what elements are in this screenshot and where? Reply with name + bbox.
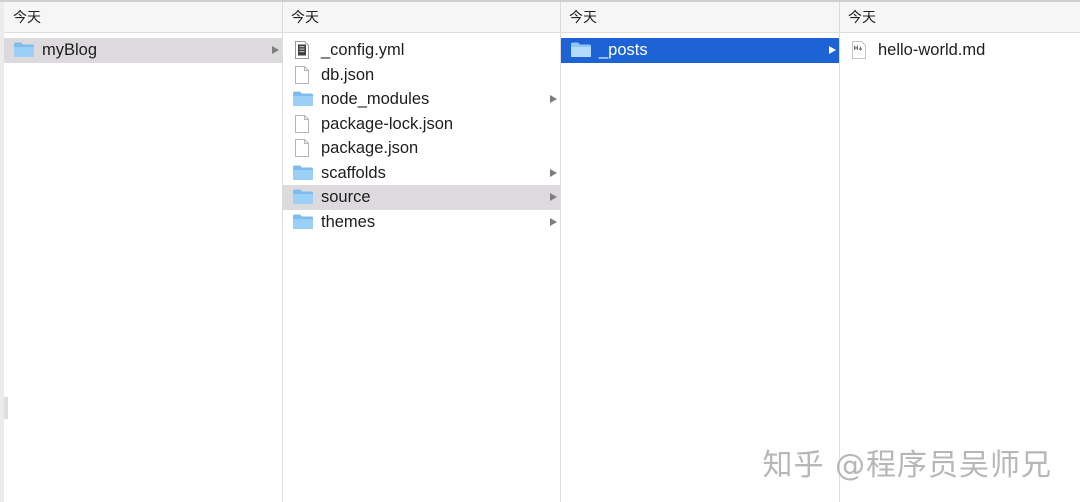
file-list: _posts [561, 33, 839, 63]
chevron-right-icon [829, 46, 836, 54]
folder-item-posts[interactable]: _posts [561, 38, 839, 63]
item-label: source [321, 188, 371, 206]
folder-icon [293, 165, 313, 180]
file-item-hello-world-md[interactable]: hello-world.md [840, 38, 1080, 63]
finder-column-browser: 今天 myBlog 今天 _config.yml db.json node_mo… [0, 2, 1080, 502]
folder-item-node-modules[interactable]: node_modules [283, 87, 560, 112]
chevron-right-icon [272, 46, 279, 54]
file-item-package-json[interactable]: package.json [283, 136, 560, 161]
column-3[interactable]: 今天 _posts [561, 2, 840, 502]
column-1[interactable]: 今天 myBlog [0, 2, 283, 502]
item-label: package-lock.json [321, 114, 454, 133]
file-list: hello-world.md [840, 33, 1080, 63]
item-label: hello-world.md [878, 41, 986, 59]
item-label: _config.yml [321, 41, 405, 59]
file-list: myBlog [4, 33, 282, 63]
yml-file-icon [295, 41, 309, 59]
item-label: db.json [321, 65, 375, 84]
chevron-right-icon [550, 193, 557, 201]
watermark: 知乎 @程序员吴师兄 [762, 448, 1052, 483]
item-label: _posts [599, 41, 648, 59]
item-label: myBlog [42, 41, 98, 59]
column-header-date: 今天 [4, 2, 282, 33]
item-label: scaffolds [321, 163, 386, 182]
document-icon [295, 65, 309, 84]
column-2[interactable]: 今天 _config.yml db.json node_modules pack… [283, 2, 561, 502]
markdown-file-icon [852, 41, 866, 59]
folder-icon [293, 214, 313, 229]
folder-icon [14, 42, 34, 57]
scroll-indicator [4, 397, 8, 419]
column-4[interactable]: 今天 hello-world.md [840, 2, 1080, 502]
file-item-db-json[interactable]: db.json [283, 63, 560, 88]
file-item-config-yml[interactable]: _config.yml [283, 38, 560, 63]
chevron-right-icon [550, 168, 557, 177]
column-header-date: 今天 [561, 2, 839, 33]
chevron-right-icon [550, 217, 557, 226]
folder-icon [293, 91, 313, 106]
document-icon [295, 114, 309, 133]
folder-icon [293, 189, 313, 204]
item-label: package.json [321, 139, 419, 157]
item-label: themes [321, 212, 376, 231]
folder-item-themes[interactable]: themes [283, 210, 560, 235]
file-list: _config.yml db.json node_modules package… [283, 33, 560, 234]
item-label: node_modules [321, 90, 430, 108]
chevron-right-icon [550, 95, 557, 103]
column-header-date: 今天 [283, 2, 560, 33]
document-icon [295, 139, 309, 157]
folder-icon [571, 42, 591, 57]
folder-item-source[interactable]: source [283, 185, 560, 210]
column-header-date: 今天 [840, 2, 1080, 33]
file-item-package-lock-json[interactable]: package-lock.json [283, 112, 560, 137]
folder-item-myblog[interactable]: myBlog [4, 38, 282, 63]
folder-item-scaffolds[interactable]: scaffolds [283, 161, 560, 186]
